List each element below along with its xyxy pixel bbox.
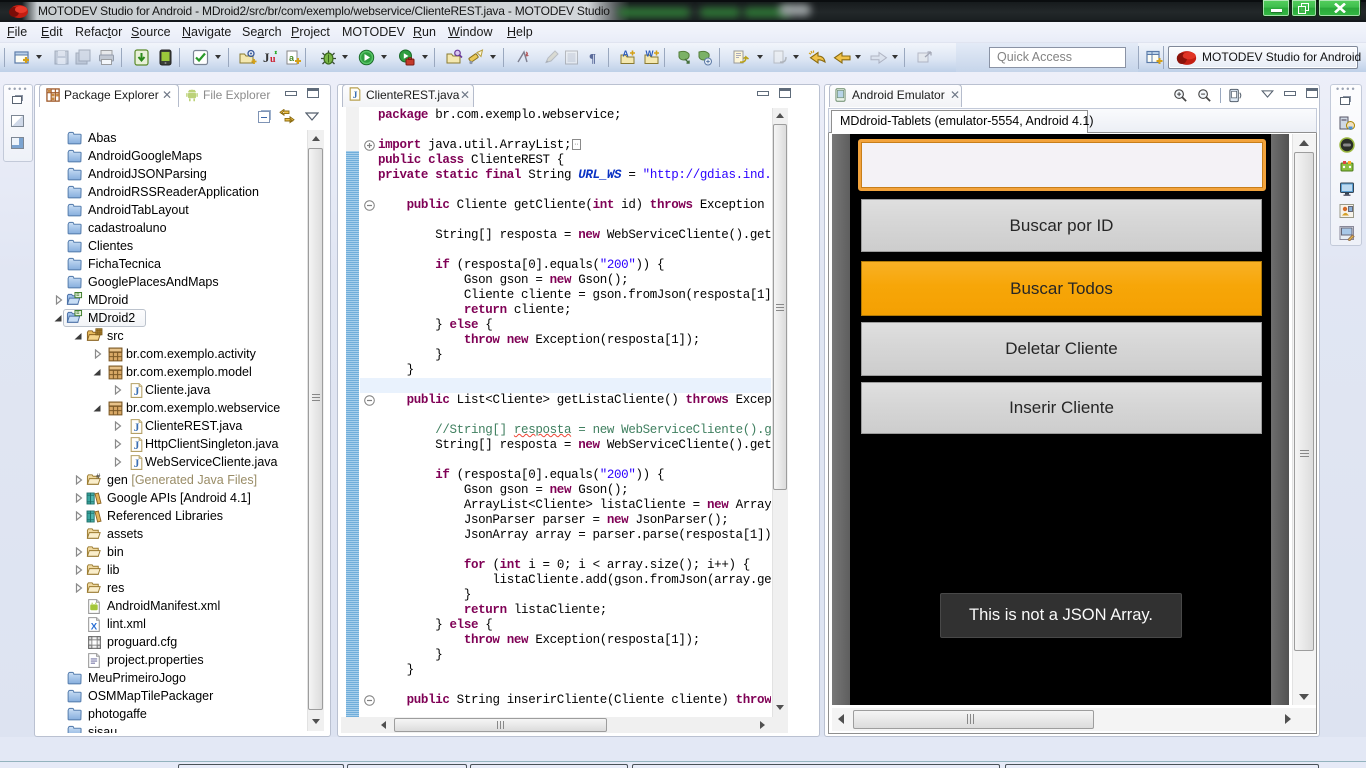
svg-text:J: J — [134, 386, 140, 398]
svg-text:J: J — [263, 50, 270, 65]
svg-text:¶: ¶ — [589, 51, 596, 66]
svg-text:J: J — [353, 90, 358, 101]
svg-text:A: A — [623, 49, 629, 59]
svg-text:J: J — [134, 422, 140, 434]
svg-text:u: u — [270, 54, 276, 65]
svg-text:J: J — [134, 458, 140, 470]
svg-text:X: X — [91, 621, 98, 632]
svg-text:J: J — [134, 440, 140, 452]
svg-text:W: W — [646, 49, 655, 59]
svg-text:#: # — [96, 472, 101, 481]
